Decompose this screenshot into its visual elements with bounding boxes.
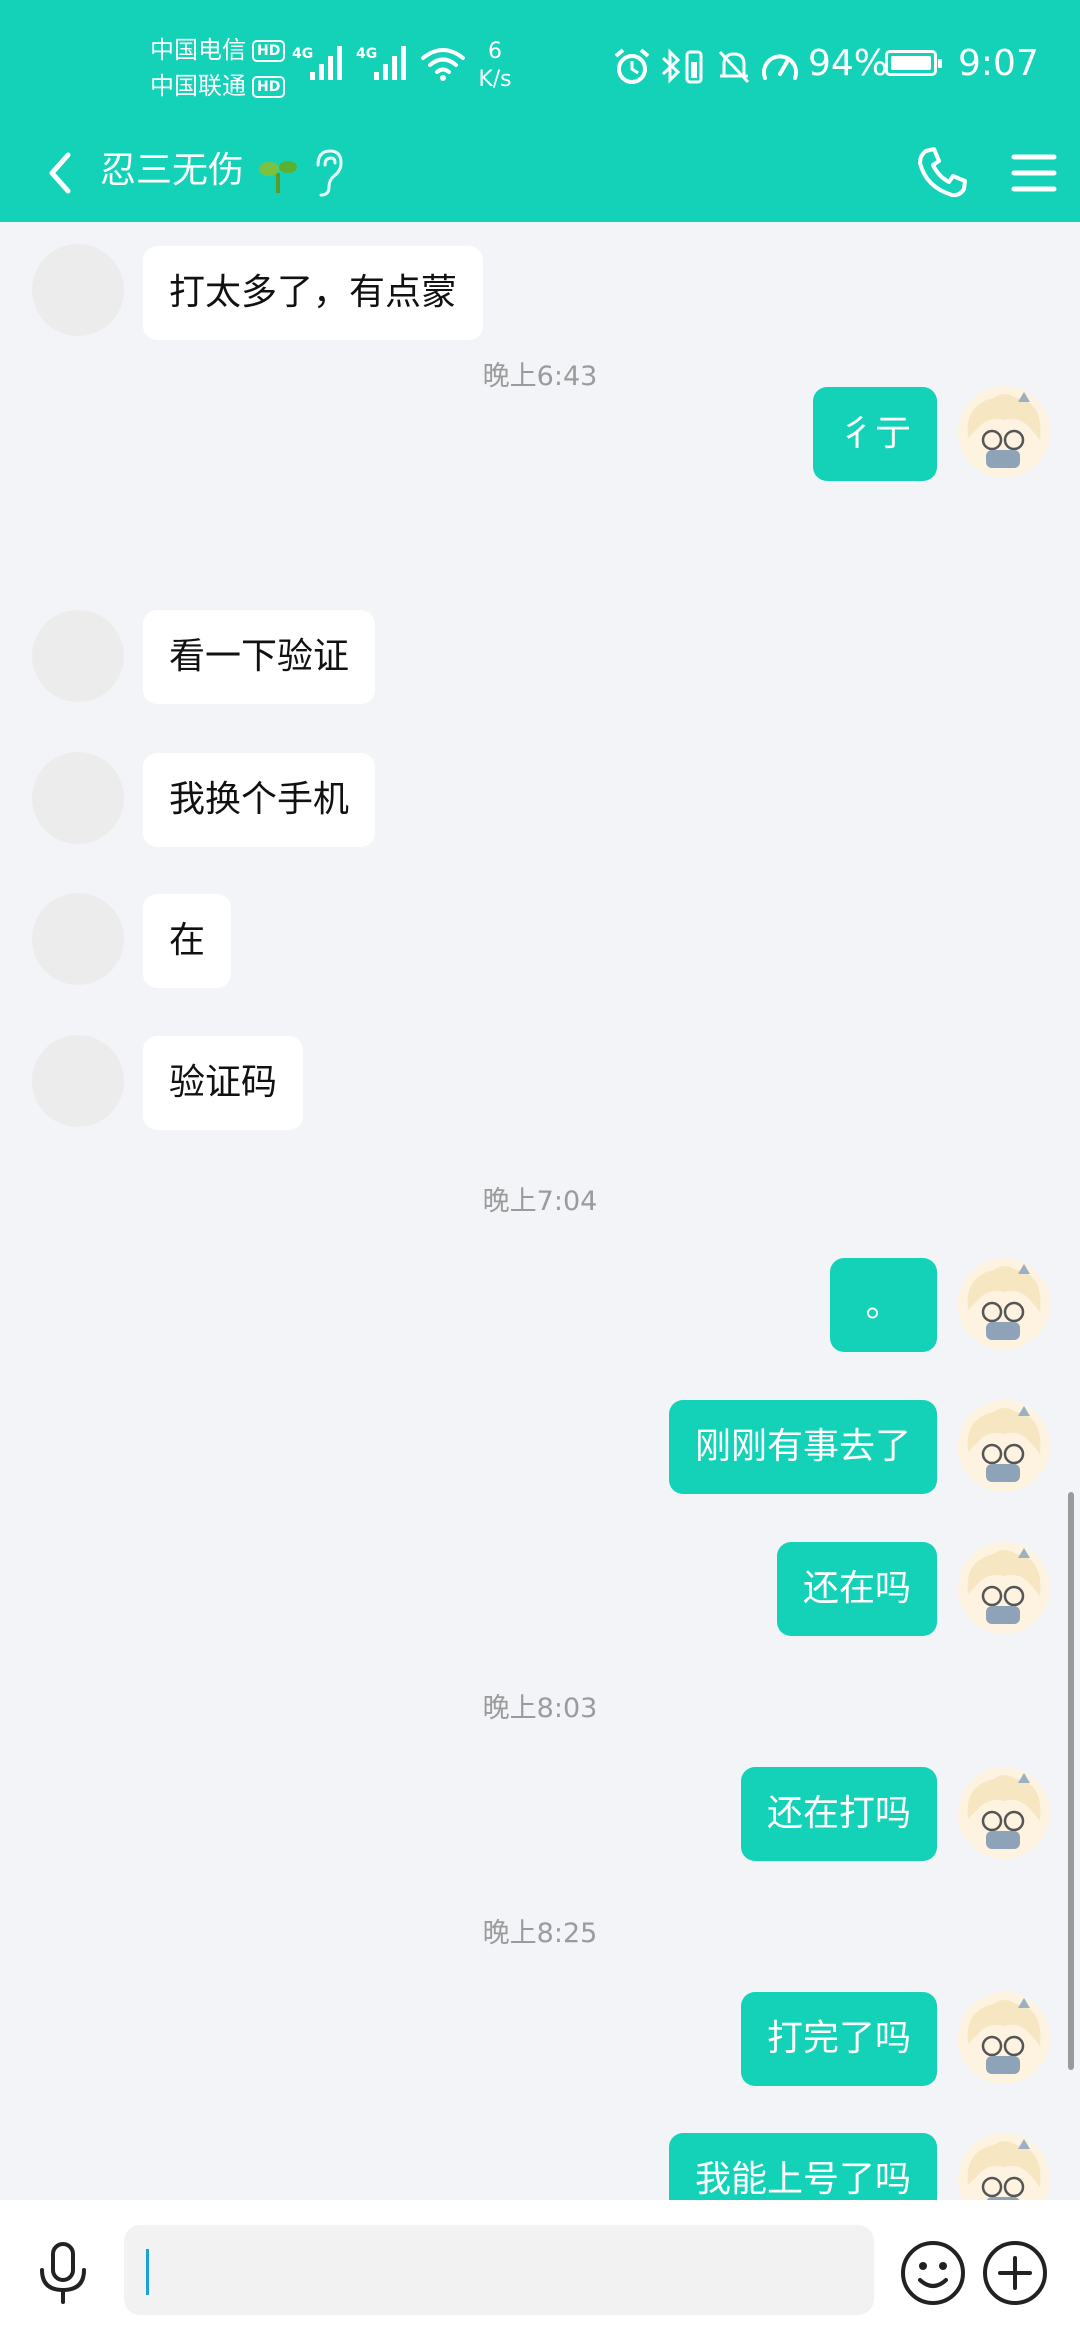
message-bubble-incoming[interactable]: 在 (143, 894, 232, 988)
wifi-icon (421, 48, 465, 81)
my-avatar[interactable] (958, 1767, 1050, 1859)
battery-icon (885, 50, 942, 76)
message-bubble-outgoing[interactable]: 打完了吗 (740, 1992, 937, 2086)
speed-unit: K/s (478, 67, 512, 92)
timestamp: 晚上7:04 (482, 1186, 598, 1217)
plus-icon[interactable] (980, 2238, 1050, 2308)
back-arrow-icon[interactable] (30, 143, 90, 203)
top-bar: 中国电信 HD 中国联通 HD 4G 4G 6 K/s 94% 9:07 忍三无… (0, 0, 1080, 222)
battery-percent: 94% (808, 43, 889, 84)
chat-title[interactable]: 忍三无伤 (100, 145, 244, 197)
speedometer-icon (762, 54, 798, 80)
message-bubble-incoming[interactable]: 我换个手机 (143, 753, 376, 847)
message-bubble-outgoing[interactable]: 彳亍 (812, 387, 937, 481)
mute-bell-icon (718, 50, 750, 84)
message-list[interactable]: 打太多了，有点蒙 彳亍 晚上6:43 看一下验证 我换个手机 在 验证码 晚上7… (0, 222, 1080, 2200)
network-speed: 6 K/s (470, 38, 520, 94)
emoji-icon[interactable] (898, 2238, 968, 2308)
mic-icon[interactable] (28, 2238, 98, 2308)
timestamp: 晚上8:03 (482, 1693, 598, 1724)
my-avatar[interactable] (958, 1400, 1050, 1492)
message-bubble-incoming[interactable]: 打太多了，有点蒙 (143, 246, 484, 340)
anime-avatar-image (967, 1773, 1041, 1849)
text-cursor (146, 2249, 149, 2295)
anime-avatar-image (967, 1548, 1041, 1624)
timestamp: 晚上8:25 (482, 1918, 598, 1949)
ear-icon (316, 149, 343, 197)
contact-avatar[interactable] (32, 1035, 124, 1127)
contact-avatar[interactable] (32, 610, 124, 702)
message-bubble-outgoing[interactable]: 。 (830, 1258, 937, 1352)
message-bubble-incoming[interactable]: 验证码 (143, 1036, 304, 1130)
anime-avatar-image (967, 1264, 1041, 1340)
bluetooth-icon (661, 48, 681, 84)
message-input[interactable] (124, 2225, 874, 2315)
signal-icon (310, 46, 342, 80)
signal-icon (374, 46, 406, 80)
anime-avatar-image (967, 2139, 1041, 2200)
carrier-1: 中国电信 (150, 36, 246, 64)
message-bubble-outgoing[interactable]: 还在吗 (776, 1542, 937, 1636)
speed-value: 6 (488, 39, 502, 64)
menu-icon[interactable] (1004, 143, 1064, 203)
clock: 9:07 (958, 43, 1039, 84)
message-bubble-outgoing[interactable]: 我能上号了吗 (668, 2133, 937, 2200)
carrier-2: 中国联通 (150, 72, 246, 100)
alarm-icon (614, 48, 650, 84)
message-bubble-outgoing[interactable]: 刚刚有事去了 (668, 1400, 937, 1494)
contact-avatar[interactable] (32, 893, 124, 985)
vibrate-icon (685, 50, 703, 84)
input-bar (0, 2200, 1080, 2340)
message-bubble-incoming[interactable]: 看一下验证 (143, 610, 376, 704)
my-avatar[interactable] (958, 2133, 1050, 2200)
phone-icon[interactable] (912, 143, 972, 203)
carrier-info: 中国电信 HD 中国联通 HD (150, 32, 286, 104)
contact-avatar[interactable] (32, 752, 124, 844)
hd-badge-2: HD (252, 76, 286, 98)
status-bar: 中国电信 HD 中国联通 HD 4G 4G 6 K/s 94% 9:07 (0, 0, 1080, 135)
timestamp: 晚上6:43 (482, 361, 598, 392)
anime-avatar-image (967, 1406, 1041, 1482)
my-avatar[interactable] (958, 1542, 1050, 1634)
scrollbar[interactable] (1068, 1492, 1074, 2070)
my-avatar[interactable] (958, 386, 1050, 478)
sprout-icon (259, 161, 297, 193)
message-bubble-outgoing[interactable]: 还在打吗 (740, 1767, 937, 1861)
chat-header: 忍三无伤 (0, 135, 1080, 222)
hd-badge-1: HD (252, 40, 286, 62)
my-avatar[interactable] (958, 1258, 1050, 1350)
anime-avatar-image (967, 1998, 1041, 2074)
my-avatar[interactable] (958, 1992, 1050, 2084)
contact-avatar[interactable] (32, 244, 124, 336)
anime-avatar-image (967, 392, 1041, 468)
